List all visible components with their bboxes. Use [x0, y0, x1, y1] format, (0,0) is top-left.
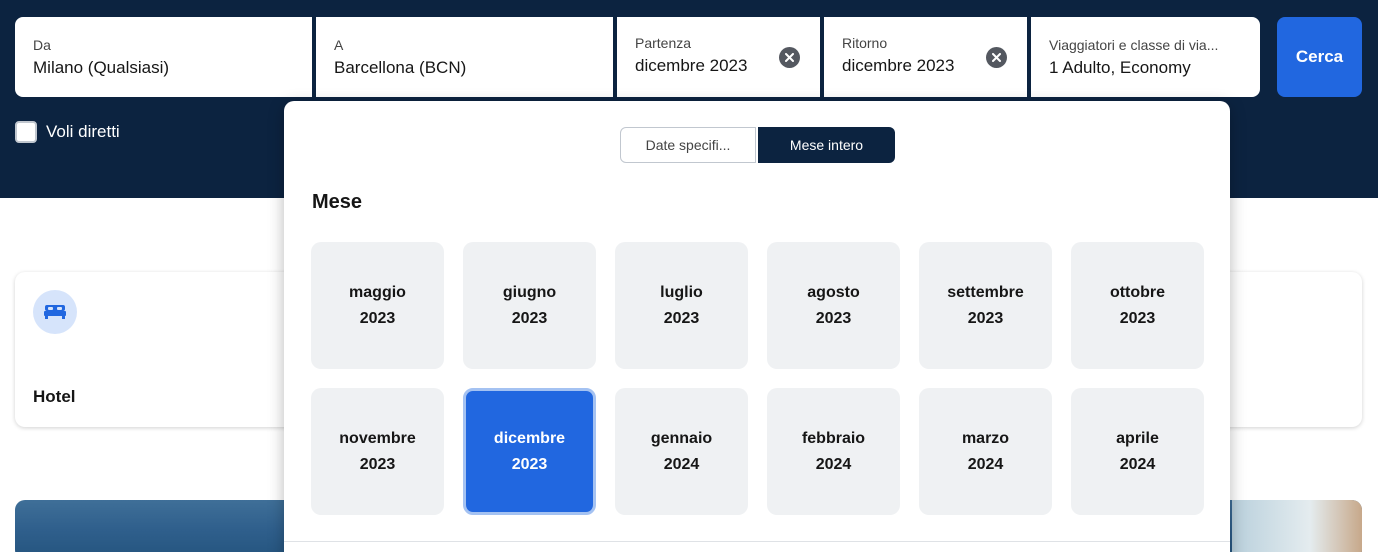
month-name: aprile [1116, 429, 1159, 447]
month-year: 2023 [663, 309, 700, 327]
month-tile-febbraio-2024[interactable]: febbraio 2024 [767, 388, 900, 515]
direct-flights-option[interactable]: Voli diretti [15, 121, 120, 143]
month-year: 2023 [511, 455, 548, 473]
month-tile-gennaio-2024[interactable]: gennaio 2024 [615, 388, 748, 515]
month-year: 2023 [815, 309, 852, 327]
whole-month-tab[interactable]: Mese intero [758, 127, 895, 163]
month-year: 2023 [967, 309, 1004, 327]
month-tile-marzo-2024[interactable]: marzo 2024 [919, 388, 1052, 515]
month-tile-maggio-2023[interactable]: maggio 2023 [311, 242, 444, 369]
month-tile-settembre-2023[interactable]: settembre 2023 [919, 242, 1052, 369]
month-name: maggio [349, 283, 406, 301]
travellers-label: Viaggiatori e classe di via... [1049, 37, 1219, 53]
month-tile-novembre-2023[interactable]: novembre 2023 [311, 388, 444, 515]
month-year: 2024 [663, 455, 700, 473]
bed-icon [33, 290, 77, 334]
month-name: novembre [339, 429, 416, 447]
month-year: 2023 [1119, 309, 1156, 327]
return-value[interactable]: dicembre 2023 [842, 56, 1009, 76]
popup-divider [284, 541, 1230, 542]
month-year: 2024 [967, 455, 1004, 473]
month-name: dicembre [493, 429, 566, 447]
return-label: Ritorno [842, 35, 888, 51]
month-tile-ottobre-2023[interactable]: ottobre 2023 [1071, 242, 1204, 369]
month-name: marzo [961, 429, 1010, 447]
clear-departure-icon[interactable] [779, 47, 800, 68]
month-tile-agosto-2023[interactable]: agosto 2023 [767, 242, 900, 369]
clear-return-icon[interactable] [986, 47, 1007, 68]
direct-flights-label[interactable]: Voli diretti [46, 122, 120, 142]
month-name: febbraio [801, 429, 866, 447]
specific-dates-tab[interactable]: Date specifi... [620, 127, 756, 163]
month-section-title: Mese [312, 191, 363, 213]
month-year: 2023 [511, 309, 548, 327]
month-name: luglio [660, 283, 703, 301]
search-button[interactable]: Cerca [1277, 17, 1362, 97]
month-tile-luglio-2023[interactable]: luglio 2023 [615, 242, 748, 369]
month-tile-dicembre-2023[interactable]: dicembre 2023 [463, 388, 596, 515]
month-year: 2024 [815, 455, 852, 473]
from-value[interactable]: Milano (Qualsiasi) [33, 58, 294, 78]
month-name: agosto [807, 283, 860, 301]
destination-photo-right [1232, 500, 1362, 552]
month-tile-aprile-2024[interactable]: aprile 2024 [1071, 388, 1204, 515]
month-tile-giugno-2023[interactable]: giugno 2023 [463, 242, 596, 369]
direct-flights-checkbox[interactable] [15, 121, 37, 143]
month-picker-popup: Date specifi... Mese intero Mese maggio 2… [284, 101, 1230, 552]
month-name: gennaio [650, 429, 713, 447]
to-label: A [334, 37, 344, 53]
to-value[interactable]: Barcellona (BCN) [334, 58, 595, 78]
hotel-label: Hotel [33, 387, 76, 406]
month-grid: maggio 2023 giugno 2023 luglio 2023 agosto 2023… [311, 242, 1204, 515]
from-label: Da [33, 37, 51, 53]
to-field[interactable]: A Barcellona (BCN) [316, 17, 613, 97]
travellers-value[interactable]: 1 Adulto, Economy [1049, 58, 1242, 78]
month-name: ottobre [1109, 283, 1166, 301]
month-year: 2024 [1119, 455, 1156, 473]
month-year: 2023 [359, 455, 396, 473]
month-name: giugno [502, 283, 557, 301]
departure-value[interactable]: dicembre 2023 [635, 56, 802, 76]
departure-label: Partenza [635, 35, 692, 51]
travellers-field[interactable]: Viaggiatori e classe di via... 1 Adulto,… [1031, 17, 1260, 97]
from-field[interactable]: Da Milano (Qualsiasi) [15, 17, 312, 97]
departure-field[interactable]: Partenza dicembre 2023 [617, 17, 820, 97]
date-mode-toggle: Date specifi... Mese intero [620, 127, 895, 163]
month-year: 2023 [359, 309, 396, 327]
return-field[interactable]: Ritorno dicembre 2023 [824, 17, 1027, 97]
month-name: settembre [947, 283, 1024, 301]
